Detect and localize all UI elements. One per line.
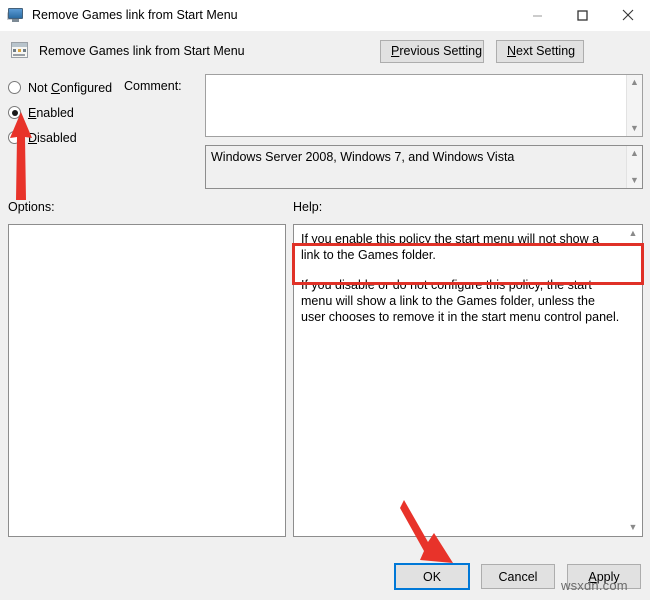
supported-on-field: Windows Server 2008, Windows 7, and Wind… xyxy=(205,145,643,189)
supported-on-value: Windows Server 2008, Windows 7, and Wind… xyxy=(211,150,515,164)
radio-not-configured-label: Not Configured xyxy=(28,80,113,95)
ok-button[interactable]: OK xyxy=(394,563,470,590)
maximize-icon[interactable] xyxy=(560,0,605,30)
close-icon[interactable] xyxy=(605,0,650,30)
panels-row: If you enable this policy the start menu… xyxy=(0,224,650,556)
state-radio-group: Not Configured Enabled Disabled xyxy=(8,75,126,150)
minimize-icon[interactable] xyxy=(515,0,560,30)
radio-not-configured-indicator[interactable] xyxy=(8,81,21,94)
supported-on-scrollbar[interactable]: ▲ ▼ xyxy=(626,146,642,188)
policy-setting-icon xyxy=(10,42,30,60)
help-scrollbar[interactable]: ▲ ▼ xyxy=(625,226,641,535)
radio-not-configured[interactable]: Not Configured xyxy=(8,75,126,100)
options-label: Options: xyxy=(8,200,55,214)
setting-state-form: Not Configured Enabled Disabled Comment:… xyxy=(0,71,650,242)
group-policy-setting-window: Remove Games link from Start Menu Remove… xyxy=(0,0,650,600)
window-controls xyxy=(515,0,650,30)
scroll-down-icon[interactable]: ▼ xyxy=(630,124,639,133)
comment-input[interactable]: ▲ ▼ xyxy=(205,74,643,137)
radio-enabled-indicator[interactable] xyxy=(8,106,21,119)
radio-disabled-label: Disabled xyxy=(28,130,77,145)
scroll-down-icon[interactable]: ▼ xyxy=(630,176,639,185)
setting-header: Remove Games link from Start Menu Previo… xyxy=(0,31,650,71)
setting-nav-buttons: Previous Setting Next Setting xyxy=(380,39,584,63)
radio-disabled-indicator[interactable] xyxy=(8,131,21,144)
scroll-down-icon[interactable]: ▼ xyxy=(629,523,638,532)
title-bar: Remove Games link from Start Menu xyxy=(0,0,650,31)
radio-enabled-label: Enabled xyxy=(28,105,74,120)
help-paragraph-2: If you disable or do not configure this … xyxy=(301,278,620,324)
scroll-up-icon[interactable]: ▲ xyxy=(630,78,639,87)
monitor-icon xyxy=(7,6,25,24)
window-title: Remove Games link from Start Menu xyxy=(32,8,238,22)
radio-enabled[interactable]: Enabled xyxy=(8,100,126,125)
scroll-up-icon[interactable]: ▲ xyxy=(629,229,638,238)
comment-label: Comment: xyxy=(124,79,182,93)
help-paragraph-1: If you enable this policy the start menu… xyxy=(301,232,600,262)
dialog-footer: OK Cancel Apply xyxy=(0,556,650,600)
watermark: wsxdn.com xyxy=(561,578,628,593)
help-label: Help: xyxy=(293,200,323,214)
scroll-up-icon[interactable]: ▲ xyxy=(630,149,639,158)
comment-scrollbar[interactable]: ▲ ▼ xyxy=(626,75,642,136)
help-panel: If you enable this policy the start menu… xyxy=(293,224,643,537)
options-panel[interactable] xyxy=(8,224,286,537)
previous-setting-button[interactable]: Previous Setting xyxy=(380,39,484,63)
setting-title: Remove Games link from Start Menu xyxy=(39,44,245,58)
next-setting-button[interactable]: Next Setting xyxy=(496,39,584,63)
panel-labels: Options: Help: xyxy=(0,196,650,224)
cancel-button[interactable]: Cancel xyxy=(481,564,555,589)
radio-disabled[interactable]: Disabled xyxy=(8,125,126,150)
